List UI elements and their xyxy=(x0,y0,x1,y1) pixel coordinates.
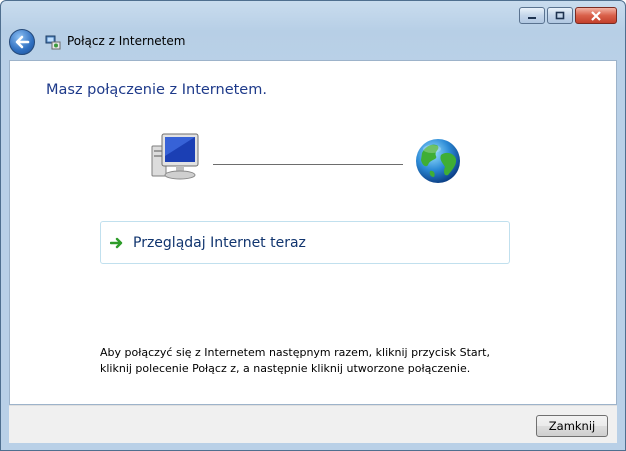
wizard-title: Połącz z Internetem xyxy=(67,34,186,48)
content-panel: Masz połączenie z Internetem. Przeglądaj… xyxy=(9,60,617,405)
green-arrow-icon xyxy=(110,237,123,248)
wizard-footer: Zamknij xyxy=(9,405,617,443)
browse-internet-link[interactable]: Przeglądaj Internet teraz xyxy=(100,221,510,264)
maximize-icon xyxy=(555,11,565,20)
minimize-button[interactable] xyxy=(519,7,545,24)
wizard-window: Połącz z Internetem Masz połączenie z In… xyxy=(0,0,626,451)
browse-internet-label: Przeglądaj Internet teraz xyxy=(133,234,306,251)
wizard-header: Połącz z Internetem xyxy=(9,29,609,57)
back-arrow-icon xyxy=(15,35,30,49)
minimize-icon xyxy=(528,16,536,19)
network-connection-icon xyxy=(45,35,61,50)
info-text: Aby połączyć się z Internetem następnym … xyxy=(100,345,580,377)
close-icon xyxy=(591,10,601,21)
info-line-1: Aby połączyć się z Internetem następnym … xyxy=(100,346,490,359)
back-button[interactable] xyxy=(9,29,35,55)
connection-line xyxy=(213,164,403,165)
caption-buttons xyxy=(519,7,617,24)
maximize-button[interactable] xyxy=(547,7,573,24)
computer-icon xyxy=(151,133,199,180)
close-window-button[interactable] xyxy=(575,7,617,24)
info-line-2: kliknij polecenie Połącz z, a następnie … xyxy=(100,362,471,375)
page-heading: Masz połączenie z Internetem. xyxy=(46,82,267,98)
globe-icon xyxy=(416,139,460,183)
close-button[interactable]: Zamknij xyxy=(536,415,608,437)
